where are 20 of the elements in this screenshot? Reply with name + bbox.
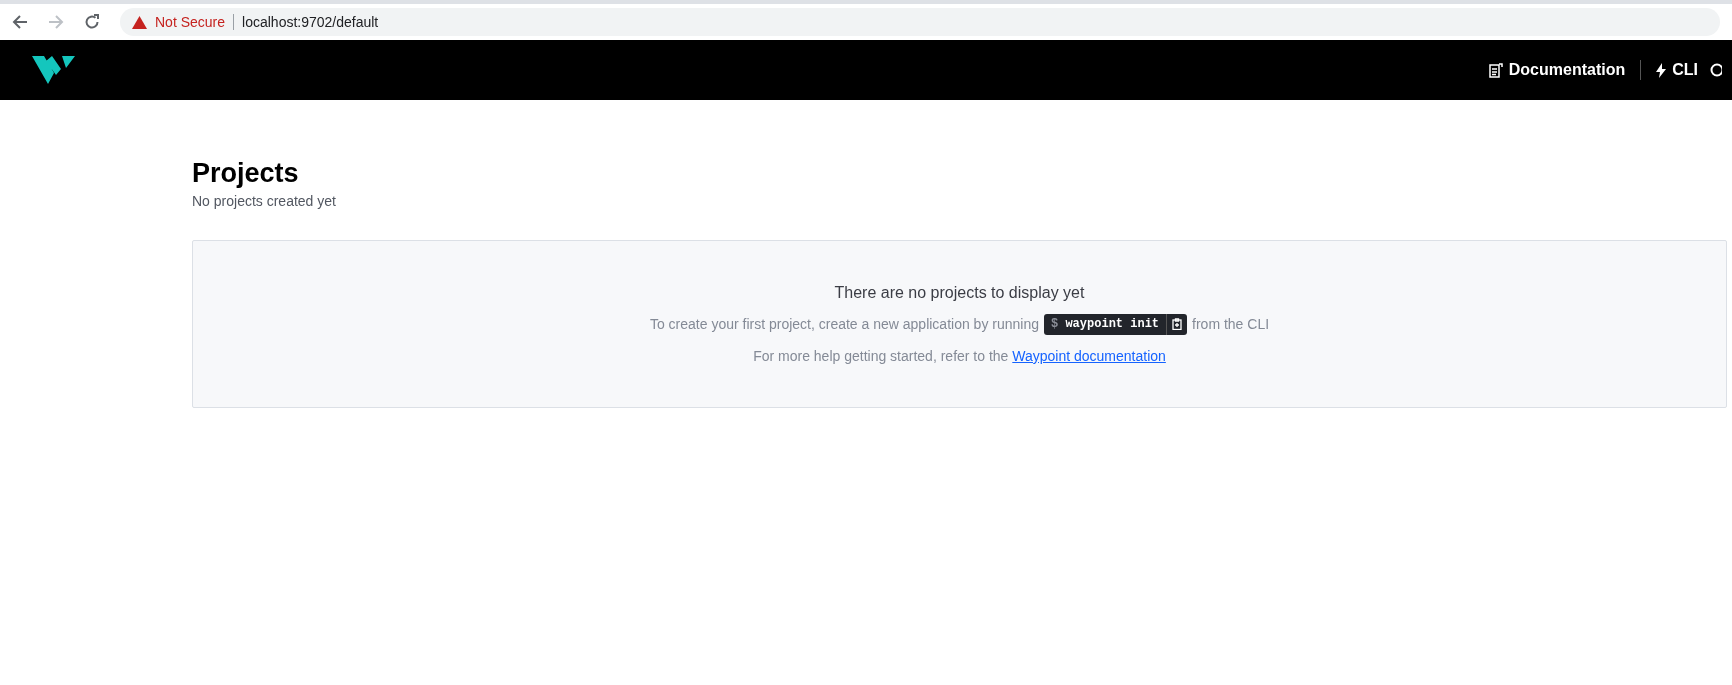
nav-link[interactable]: CLI [1656, 58, 1698, 82]
clipboard-icon [1172, 318, 1183, 331]
empty-state-heading: There are no projects to display yet [834, 282, 1085, 303]
address-bar[interactable]: Not Secure localhost:9702/default [120, 8, 1720, 36]
logo-icon[interactable] [32, 56, 75, 84]
help-text: For more help getting started, refer to the Waypoint documentation [753, 346, 1166, 366]
security-label: Not Secure [155, 12, 226, 32]
document-icon [1488, 62, 1503, 78]
instruction-text: from the CLI [1192, 314, 1270, 334]
url-text: localhost:9702/default [242, 12, 379, 32]
nav-link[interactable]: Documentation [1488, 58, 1626, 82]
page-subtitle: No projects created yet [192, 191, 337, 211]
instruction-text: To create your first project, create a new application by running [649, 314, 1039, 334]
lightning-icon [1656, 62, 1667, 78]
documentation-link[interactable]: Waypoint documentation [1012, 347, 1166, 364]
warning-icon [132, 15, 147, 29]
reload-icon[interactable] [84, 14, 100, 30]
command-text: $ waypoint init [1050, 316, 1161, 334]
back-arrow-icon[interactable] [12, 14, 28, 30]
page-title: Projects [192, 157, 300, 190]
